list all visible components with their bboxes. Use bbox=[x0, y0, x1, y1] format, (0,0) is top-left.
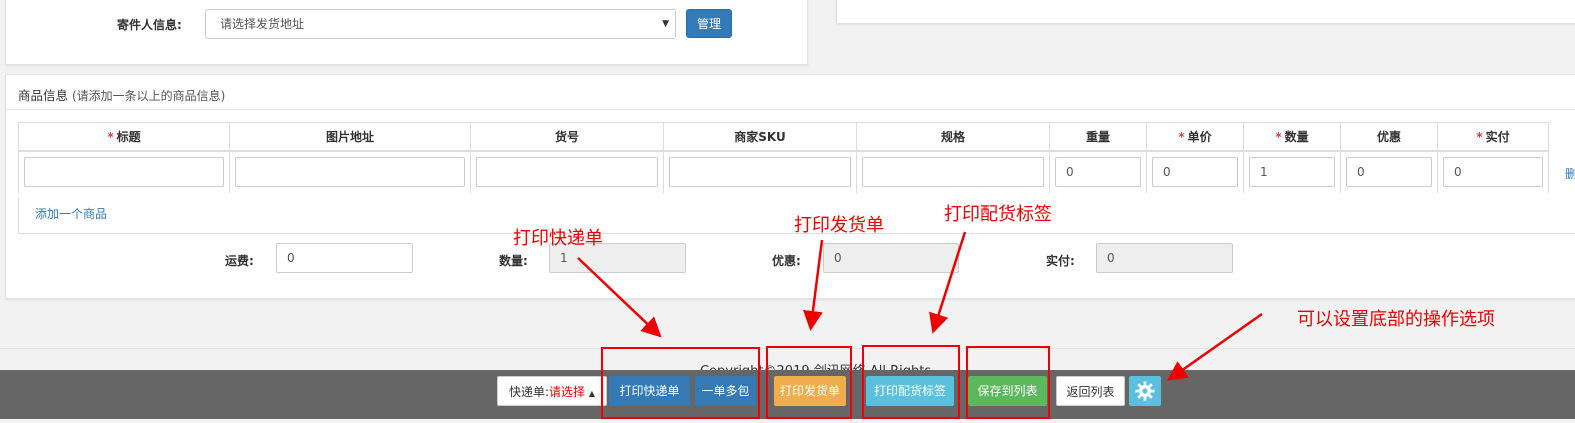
annotation-arrows bbox=[577, 231, 1263, 381]
arrow-invoice bbox=[802, 239, 824, 331]
arrow-express bbox=[577, 257, 662, 338]
arrow-settings bbox=[1166, 312, 1263, 381]
arrow-pick-label bbox=[929, 231, 967, 334]
